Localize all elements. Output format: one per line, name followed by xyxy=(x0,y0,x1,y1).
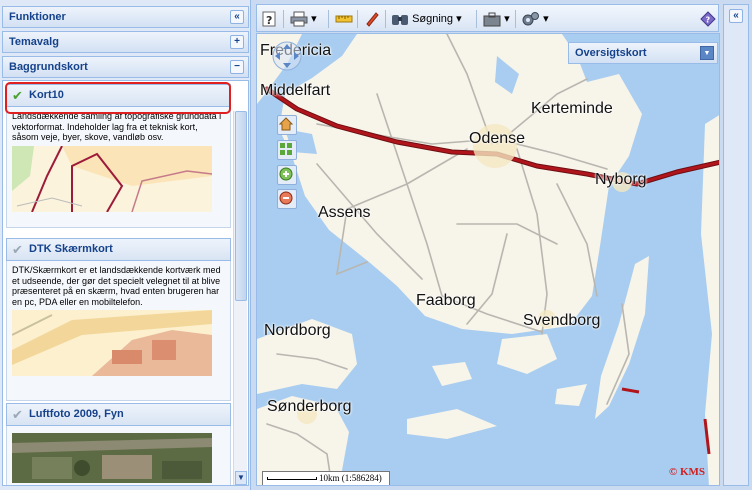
layer-header-dtk-skaermkort[interactable]: ✔ DTK Skærmkort xyxy=(6,238,231,261)
dtk-skaermkort-thumbnail xyxy=(12,310,212,376)
layer-body-kort10: Landsdækkende samling af topografiske gr… xyxy=(6,107,231,228)
place-label: Nordborg xyxy=(264,322,331,339)
baggrundskort-header[interactable]: Baggrundskort − xyxy=(2,56,249,78)
scrollbar-thumb[interactable] xyxy=(235,111,247,301)
pencil-icon xyxy=(366,12,379,27)
layer-body-dtk-skaermkort: DTK/Skærmkort er et landsdækkende kortvæ… xyxy=(6,261,231,401)
left-panel: Funktioner « Temavalg + Baggrundskort − … xyxy=(0,0,251,490)
draw-button[interactable] xyxy=(364,9,380,29)
expand-temavalg-button[interactable]: + xyxy=(230,35,244,49)
scale-bar-line xyxy=(267,477,317,480)
collapse-panel-button[interactable]: « xyxy=(230,10,244,24)
svg-text:?: ? xyxy=(706,16,711,25)
chevron-down-icon: ▾ xyxy=(456,13,462,25)
expand-right-panel-button[interactable]: « xyxy=(729,9,743,23)
help-bubble-icon: ? xyxy=(700,11,716,27)
toolbar-separator xyxy=(328,10,329,28)
search-button[interactable]: Søgning ▾ xyxy=(391,9,462,29)
selected-layer-highlight xyxy=(5,82,231,114)
zoom-extent-icon xyxy=(280,143,292,155)
home-icon xyxy=(278,117,294,131)
measure-button[interactable] xyxy=(335,9,353,29)
search-label: Søgning xyxy=(412,13,454,25)
svg-text:?: ? xyxy=(266,14,272,27)
settings-button[interactable]: ▾ xyxy=(522,9,549,29)
collapse-baggrundskort-button[interactable]: − xyxy=(230,60,244,74)
zoom-out-icon xyxy=(279,191,293,205)
place-label: Svendborg xyxy=(523,312,601,329)
overview-map-header[interactable]: Oversigtskort ▼ xyxy=(568,42,718,64)
temavalg-title: Temavalg xyxy=(9,36,59,48)
place-label: Nyborg xyxy=(595,171,647,188)
layer-title: DTK Skærmkort xyxy=(29,243,113,255)
home-button[interactable] xyxy=(277,115,297,135)
toolbox-icon xyxy=(483,12,501,27)
checkmark-icon: ✔ xyxy=(12,242,23,257)
temavalg-header[interactable]: Temavalg + xyxy=(2,31,249,53)
gears-icon xyxy=(522,12,539,26)
zoom-in-icon xyxy=(279,167,293,181)
funktioner-header[interactable]: Funktioner « xyxy=(2,6,249,28)
place-label: Sønderborg xyxy=(267,398,352,415)
app-root: Funktioner « Temavalg + Baggrundskort − … xyxy=(0,0,752,490)
tools-button[interactable]: ▾ xyxy=(483,9,510,29)
toolbar-separator xyxy=(476,10,477,28)
layer-item-luftfoto-2009-fyn[interactable]: ✔ Luftfoto 2009, Fyn xyxy=(6,403,231,485)
checkmark-icon: ✔ xyxy=(12,407,23,422)
funktioner-title: Funktioner xyxy=(9,11,66,23)
layer-title: Luftfoto 2009, Fyn xyxy=(29,408,124,420)
toolbar-separator xyxy=(385,10,386,28)
right-collapsed-panel[interactable]: « xyxy=(723,4,749,486)
chevron-down-icon: ▾ xyxy=(311,13,317,25)
scale-text: 10km (1:586284) xyxy=(319,473,382,483)
toolbar-separator xyxy=(357,10,358,28)
help-button[interactable]: ? xyxy=(262,9,278,29)
place-label: Faaborg xyxy=(416,292,476,309)
layer-description: DTK/Skærmkort er et landsdækkende kortvæ… xyxy=(12,265,221,307)
zoom-extent-button[interactable] xyxy=(277,140,297,160)
copyright-label: © KMS xyxy=(669,466,706,478)
layer-item-dtk-skaermkort[interactable]: ✔ DTK Skærmkort DTK/Skærmkort er et land… xyxy=(6,238,231,401)
scale-bar: 10km (1:586284) xyxy=(262,471,390,485)
print-button[interactable]: ▾ xyxy=(290,9,317,29)
scroll-down-arrow-icon[interactable]: ▼ xyxy=(235,471,247,485)
layer-header-luftfoto[interactable]: ✔ Luftfoto 2009, Fyn xyxy=(6,403,231,426)
chevron-down-icon: ▾ xyxy=(543,13,549,25)
pan-arrows-icon xyxy=(272,41,302,71)
baggrundskort-title: Baggrundskort xyxy=(9,61,88,73)
toolbar-separator xyxy=(283,10,284,28)
printer-icon xyxy=(290,11,308,27)
map-canvas[interactable] xyxy=(257,34,720,486)
kort10-thumbnail xyxy=(12,145,212,212)
ruler-icon xyxy=(335,15,353,23)
place-label: Odense xyxy=(469,130,526,147)
pan-control[interactable] xyxy=(269,38,305,82)
luftfoto-thumbnail xyxy=(12,433,212,483)
layer-body-luftfoto xyxy=(6,426,231,485)
place-label: Assens xyxy=(318,204,371,221)
chevron-down-icon: ▾ xyxy=(504,13,510,25)
toolbar-separator xyxy=(515,10,516,28)
map-view[interactable]: Fredericia Middelfart Kerteminde Odense … xyxy=(256,33,720,486)
map-toolbar: ? ▾ Søgning ▾ ▾ ▾ ? xyxy=(256,4,719,32)
overview-map-title: Oversigtskort xyxy=(575,47,647,59)
zoom-in-button[interactable] xyxy=(277,165,297,185)
help-icon: ? xyxy=(262,11,276,27)
layer-description: Landsdækkende samling af topografiske gr… xyxy=(12,111,222,142)
place-label: Kerteminde xyxy=(531,100,613,117)
binoculars-icon xyxy=(392,15,408,26)
layer-list-scrollbar[interactable]: ▼ xyxy=(233,111,247,485)
chevron-down-icon[interactable]: ▼ xyxy=(700,46,714,60)
background-layer-list[interactable]: ✔ Kort10 Landsdækkende samling af topogr… xyxy=(2,80,249,486)
info-button[interactable]: ? xyxy=(700,9,716,29)
zoom-out-button[interactable] xyxy=(277,189,297,209)
place-label: Middelfart xyxy=(260,82,331,99)
